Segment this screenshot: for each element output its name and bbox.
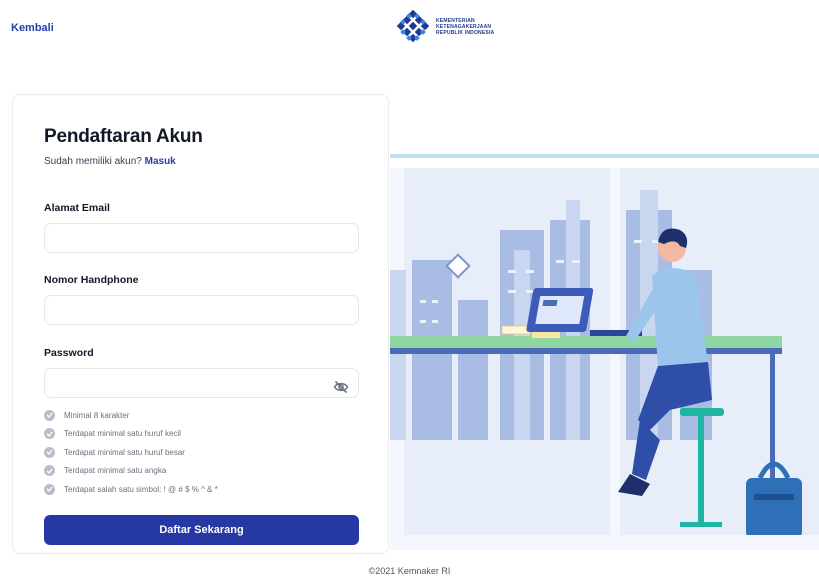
password-rule-text: Terdapat minimal satu huruf besar [64,447,185,457]
kemnaker-logo-icon [396,10,430,43]
password-field[interactable] [44,368,359,398]
page-title: Pendaftaran Akun [44,126,203,147]
check-circle-icon [44,409,55,421]
logo-text: KEMENTERIAN KETENAGAKERJAAN REPUBLIK IND… [436,18,494,36]
email-field[interactable] [44,223,359,253]
password-rule-text: Terdapat minimal satu huruf kecil [64,429,181,439]
password-rule: Minimal 8 karakter [44,406,218,425]
registration-card: Pendaftaran Akun Sudah memiliki akun? Ma… [12,94,389,554]
password-rule: Terdapat minimal satu huruf besar [44,443,218,462]
login-prompt-text: Sudah memiliki akun? [44,156,142,167]
password-rule-text: Minimal 8 karakter [64,410,130,420]
email-label: Alamat Email [44,202,110,214]
login-link[interactable]: Masuk [145,156,176,167]
password-rule: Terdapat minimal satu huruf kecil [44,425,218,444]
check-circle-icon [44,446,55,458]
password-rule-text: Terdapat salah satu simbol: ! @ # $ % ^ … [64,484,218,494]
password-rule-text: Terdapat minimal satu angka [64,466,167,476]
check-circle-icon [44,465,55,477]
password-rules: Minimal 8 karakter Terdapat minimal satu… [44,406,218,499]
back-link[interactable]: Kembali [11,22,54,34]
password-label: Password [44,347,94,359]
phone-field[interactable] [44,295,359,325]
eye-off-icon[interactable] [333,380,349,394]
check-circle-icon [44,483,55,495]
top-bar: Kembali KEMENTERIAN KETENAGAKERJAAN REPU… [0,0,819,60]
ministry-logo: KEMENTERIAN KETENAGAKERJAAN REPUBLIK IND… [396,10,516,44]
password-rule: Terdapat minimal satu angka [44,462,218,481]
password-rule: Terdapat salah satu simbol: ! @ # $ % ^ … [44,480,218,499]
logo-line-3: REPUBLIK INDONESIA [436,30,495,36]
login-prompt: Sudah memiliki akun? Masuk [44,156,176,167]
register-button[interactable]: Daftar Sekarang [44,515,359,545]
office-worker-illustration [390,154,819,550]
check-circle-icon [44,428,55,440]
footer-copyright: ©2021 Kemnaker RI [368,566,451,576]
phone-label: Nomor Handphone [44,274,139,286]
